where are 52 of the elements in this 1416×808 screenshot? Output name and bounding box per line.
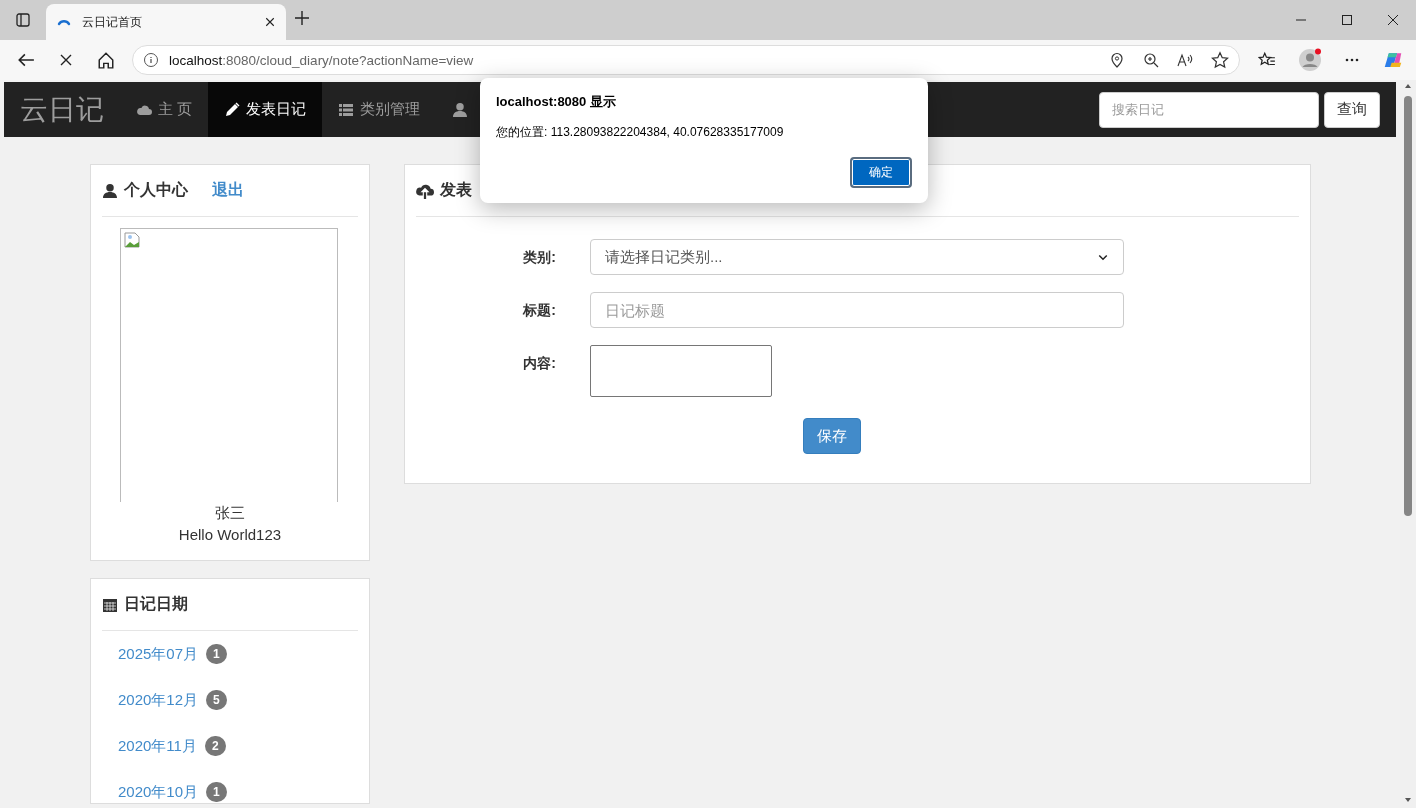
zoom-in-icon — [1143, 52, 1159, 68]
brand-logo[interactable]: 云日记 — [20, 82, 120, 137]
info-icon — [143, 52, 159, 68]
category-select[interactable]: 请选择日记类别... — [590, 239, 1124, 275]
broken-image-icon — [124, 232, 140, 248]
user-icon — [452, 101, 469, 118]
user-motto: Hello World123 — [178, 525, 282, 545]
home-icon — [97, 51, 115, 69]
ok-button[interactable]: 确定 — [850, 157, 912, 188]
nav-item[interactable]: 发表日记 — [208, 82, 323, 137]
field-label: 类别: — [522, 248, 556, 267]
user-icon — [102, 182, 118, 199]
browser-tab[interactable]: 云日记首页 — [46, 4, 286, 40]
dialog-title: localhost:8080 显示 — [496, 93, 617, 111]
panel-title: 个人中心 — [124, 180, 188, 200]
maximize-icon — [1342, 15, 1352, 25]
field-label: 标题: — [522, 301, 556, 320]
location-pin-icon — [1109, 52, 1125, 68]
search-button[interactable]: 查询 — [1324, 91, 1380, 128]
count-badge: 1 — [206, 644, 227, 664]
count-badge: 5 — [206, 690, 227, 710]
profile-avatar-icon — [1298, 48, 1322, 72]
user-name: 张三 — [215, 503, 245, 523]
pencil-icon — [224, 101, 241, 118]
title-input[interactable]: 日记标题 — [590, 292, 1124, 328]
count-badge: 1 — [206, 782, 227, 802]
save-button[interactable]: 保存 — [803, 418, 861, 454]
dialog-message: 您的位置: 113.28093822204384, 40.07628335177009 — [496, 124, 785, 141]
nav-item[interactable]: 主 页 — [120, 82, 209, 137]
stop-icon — [58, 52, 74, 68]
address-bar[interactable]: localhost:8080/cloud_diary/note?actionName=view — [132, 45, 1240, 75]
month-link[interactable]: 2025年07月 — [118, 644, 199, 664]
panel-title: 日记日期 — [124, 594, 188, 614]
field-label: 内容: — [522, 354, 556, 373]
star-icon — [1211, 51, 1229, 69]
read-aloud-icon — [1177, 52, 1193, 68]
month-link[interactable]: 2020年11月 — [118, 736, 197, 756]
new-tab-icon — [294, 10, 310, 26]
calendar-icon — [102, 596, 118, 613]
nav-item[interactable]: 类别管理 — [322, 82, 437, 137]
count-badge: 2 — [204, 736, 226, 756]
back-arrow-icon — [17, 51, 35, 69]
list-icon — [338, 101, 355, 118]
panel-icon — [15, 12, 31, 28]
month-link[interactable]: 2020年10月 — [118, 782, 199, 802]
content-textarea[interactable] — [590, 345, 772, 397]
panel-title: 发表 — [440, 180, 472, 200]
logout-link[interactable]: 退出 — [212, 180, 244, 201]
close-icon — [1388, 15, 1398, 25]
close-icon — [264, 16, 276, 28]
search-field[interactable]: 搜索日记 — [1099, 91, 1319, 128]
month-link[interactable]: 2020年12月 — [118, 690, 199, 710]
